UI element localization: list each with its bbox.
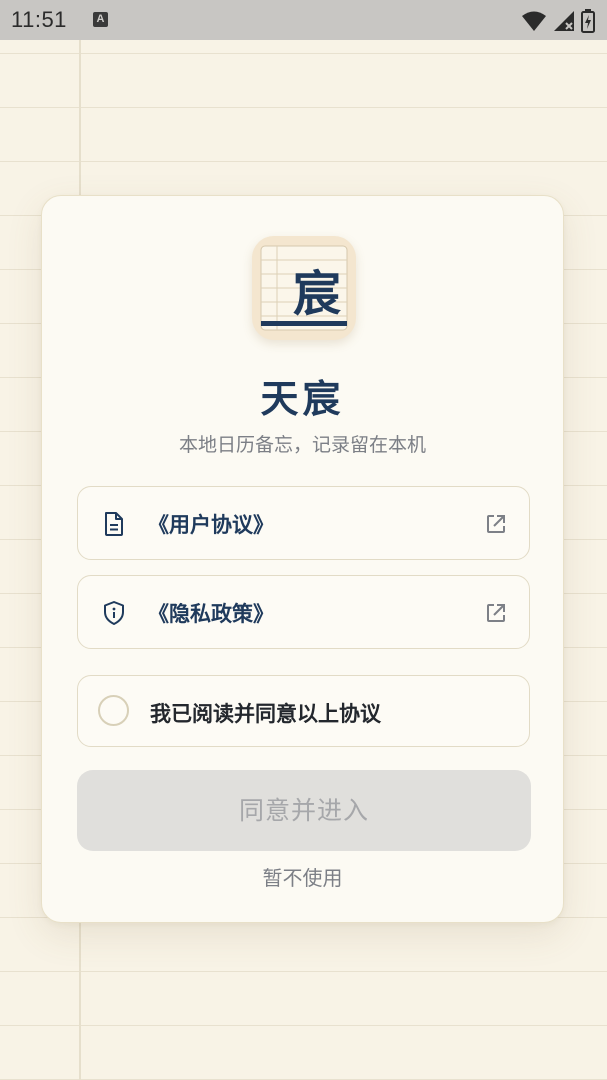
- shield-info-icon: [102, 600, 126, 626]
- open-external-icon: [485, 602, 507, 624]
- app-subtitle: 本地日历备忘，记录留在本机: [178, 434, 426, 456]
- app-title: 天宸: [260, 377, 345, 421]
- agree-and-enter-button[interactable]: 同意并进入: [77, 770, 531, 851]
- user-agreement-link[interactable]: 《用户协议》: [77, 486, 530, 560]
- status-bar: 11:51 A: [0, 0, 607, 40]
- status-time: 11:51: [11, 7, 67, 32]
- consent-dialog-card: 宸 天宸 本地日历备忘，记录留在本机 《用户协议》 《隐私政策》 我已阅读并同意…: [41, 195, 564, 923]
- document-icon: [102, 511, 126, 537]
- consent-radio[interactable]: [98, 695, 129, 726]
- privacy-policy-link[interactable]: 《隐私政策》: [77, 575, 530, 649]
- app-logo: 宸: [252, 236, 356, 340]
- battery-icon: [581, 9, 595, 33]
- status-icons: [521, 9, 595, 33]
- consent-checkbox-row[interactable]: 我已阅读并同意以上协议: [77, 675, 530, 747]
- open-external-icon: [485, 513, 507, 535]
- app-logo-glyph: 宸: [293, 266, 341, 322]
- consent-label: 我已阅读并同意以上协议: [150, 702, 381, 726]
- decline-link[interactable]: 暂不使用: [42, 862, 563, 891]
- notification-a-icon: A: [93, 12, 108, 27]
- signal-icon: [553, 10, 575, 32]
- privacy-policy-label: 《隐私政策》: [148, 602, 274, 626]
- wifi-icon: [521, 10, 547, 32]
- user-agreement-label: 《用户协议》: [148, 513, 274, 537]
